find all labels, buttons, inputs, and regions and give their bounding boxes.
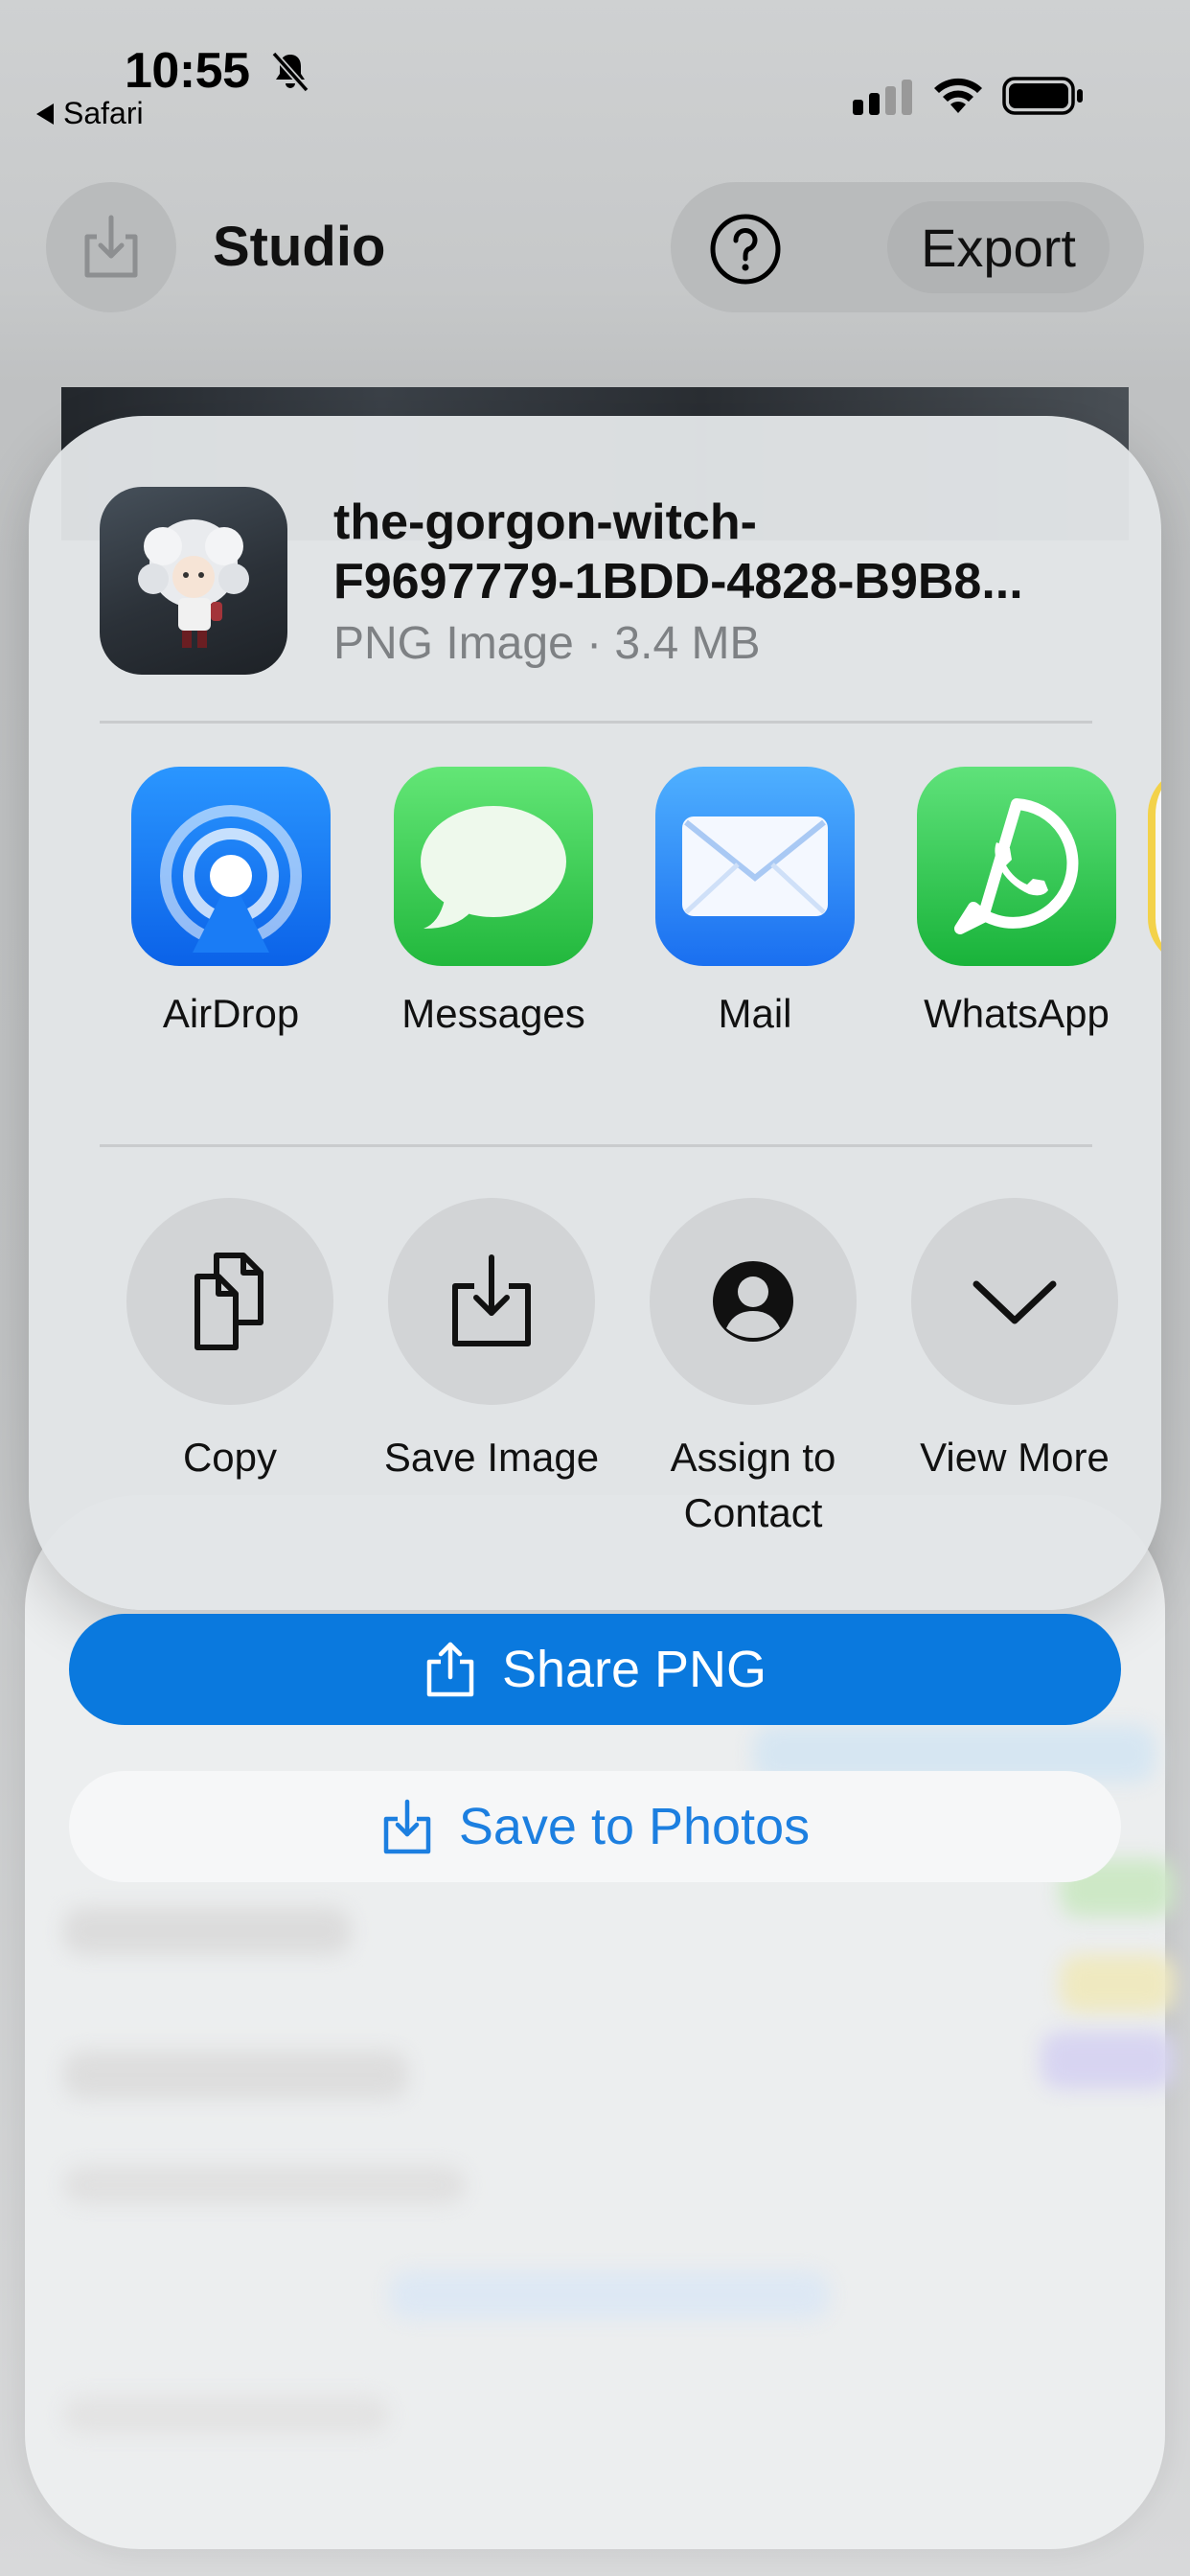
- blurred-row: [63, 2396, 389, 2434]
- file-thumbnail: [100, 487, 287, 675]
- contact-icon: [650, 1198, 857, 1405]
- chevron-down-icon: [911, 1198, 1118, 1405]
- blurred-row: [1041, 2032, 1175, 2089]
- share-app-airdrop[interactable]: AirDrop: [121, 767, 341, 1037]
- share-icon: [426, 1642, 474, 1697]
- app-header: Studio Export: [0, 172, 1190, 326]
- copy-icon: [126, 1198, 333, 1405]
- app-label: WhatsApp: [924, 991, 1110, 1036]
- assign-to-contact-action[interactable]: Assign to Contact: [629, 1198, 878, 1541]
- save-to-photos-button[interactable]: Save to Photos: [69, 1771, 1121, 1882]
- mail-icon: [655, 767, 855, 966]
- save-to-photos-label: Save to Photos: [458, 1798, 811, 1855]
- tray-download-icon: [84, 215, 138, 278]
- help-icon[interactable]: [709, 213, 782, 286]
- status-time: 10:55: [125, 43, 250, 99]
- status-bar: 10:55 Safari: [0, 0, 1190, 144]
- action-label: Save Image: [383, 1435, 600, 1480]
- bell-muted-icon: [271, 51, 309, 93]
- action-label: Copy: [182, 1435, 278, 1480]
- wifi-icon: [934, 78, 982, 113]
- back-to-safari-link[interactable]: Safari: [36, 96, 144, 131]
- action-label: View More: [920, 1435, 1110, 1480]
- battery-icon: [1002, 77, 1083, 115]
- page-title: Studio: [213, 216, 386, 278]
- header-actions: Export: [671, 182, 1144, 312]
- share-sheet: the-gorgon-witch- F9697779-1BDD-4828-B9B…: [29, 416, 1161, 1610]
- back-arrow-icon: [36, 103, 54, 125]
- share-app-messages[interactable]: Messages: [383, 767, 604, 1037]
- blurred-row: [1060, 1955, 1175, 2012]
- back-app-label: Safari: [63, 96, 144, 130]
- view-more-action[interactable]: View More: [890, 1198, 1139, 1485]
- cellular-signal-icon: [853, 80, 912, 115]
- share-apps-row: AirDrop Messages Mail WhatsApp: [29, 767, 1161, 1036]
- file-name: the-gorgon-witch- F9697779-1BDD-4828-B9B…: [333, 494, 1023, 610]
- divider: [100, 721, 1092, 724]
- blurred-row: [63, 2051, 408, 2099]
- import-button[interactable]: [46, 182, 176, 312]
- thumbnail-art: [138, 519, 249, 648]
- messages-icon: [394, 767, 593, 966]
- app-label: Mail: [718, 991, 792, 1036]
- divider: [100, 1144, 1092, 1147]
- save-image-action[interactable]: Save Image: [367, 1198, 616, 1485]
- blurred-row: [63, 1907, 351, 1955]
- airdrop-icon: [131, 767, 331, 966]
- blurred-row: [389, 2271, 830, 2319]
- share-png-label: Share PNG: [501, 1641, 767, 1698]
- app-label: Messages: [401, 991, 585, 1036]
- whatsapp-icon: [917, 767, 1116, 966]
- export-button[interactable]: Export: [887, 201, 1110, 293]
- app-label: AirDrop: [162, 991, 300, 1036]
- share-actions-row: Copy Save Image Assign to Contact View M…: [29, 1198, 1161, 1543]
- share-png-button[interactable]: Share PNG: [69, 1614, 1121, 1725]
- action-label: Assign to Contact: [670, 1435, 836, 1535]
- save-image-icon: [388, 1198, 595, 1405]
- blurred-row: [63, 2166, 466, 2204]
- share-app-mail[interactable]: Mail: [645, 767, 865, 1037]
- file-meta: PNG Image · 3.4 MB: [333, 618, 761, 669]
- save-download-icon: [383, 1799, 431, 1854]
- share-app-whatsapp[interactable]: WhatsApp: [906, 767, 1127, 1037]
- copy-action[interactable]: Copy: [105, 1198, 355, 1485]
